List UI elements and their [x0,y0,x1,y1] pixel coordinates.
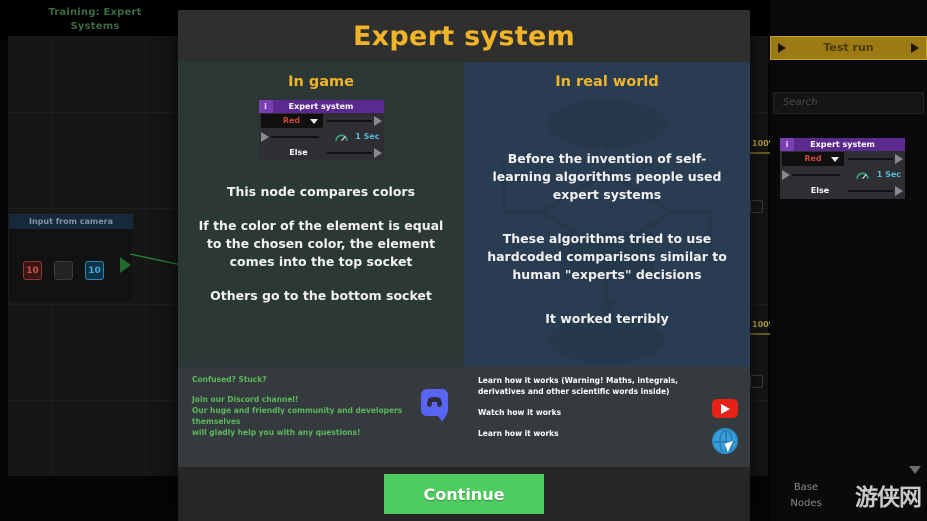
confused-stuck-heading: Confused? Stuck? [192,375,267,384]
color-dropdown[interactable]: Red [782,152,844,166]
learn-links-column: Learn how it works (Warning! Maths, inte… [464,367,750,467]
in-game-paragraph-3: Others go to the bottom socket [210,288,432,303]
discord-line-3: will gladly help you with any questions! [192,428,361,437]
socket-line-mid [270,136,319,138]
continue-button[interactable]: Continue [384,474,544,514]
column-in-real-world: In real world Before the invention of se… [464,62,750,367]
chevron-down-icon [309,119,318,124]
dialog-footer: Continue [178,467,750,521]
test-run-button[interactable]: Test run [770,36,927,60]
play-left-icon [778,43,786,53]
refresh-icon-bottom[interactable] [750,375,763,388]
learn-warning-line-1: Learn how it works (Warning! Maths, inte… [478,376,679,385]
chip-blue[interactable]: 10 [85,261,104,280]
progress-bottom-bar [750,333,772,335]
output-socket-bottom-icon[interactable] [895,186,903,196]
chip-red[interactable]: 10 [23,261,42,280]
column-heading-in-game: In game [288,74,354,90]
column-heading-in-real-world: In real world [555,74,659,90]
dialog-title: Expert system [352,20,576,52]
node-row-else: Else [259,145,384,161]
discord-line-1[interactable]: Join our Discord channel! [192,394,450,405]
learn-how-it-works-link[interactable]: Learn how it works [478,428,736,439]
color-value: Red [804,154,822,163]
expert-system-dialog: Expert system In game i Expert system Re… [178,10,750,521]
test-run-label: Test run [823,41,874,54]
play-right-icon [911,43,919,53]
column-in-game: In game i Expert system Red 1 Sec Else T… [178,62,464,367]
chevron-down-icon [831,157,839,162]
dialog-columns: In game i Expert system Red 1 Sec Else T… [178,62,750,367]
color-value: Red [282,116,301,125]
tab-base-nodes[interactable]: Base Nodes [780,480,832,512]
node-row-timer: 1 Sec [780,167,905,183]
learn-warning-line-2: derivatives and other scientific words i… [478,387,670,396]
demo-node-expert-system: i Expert system Red 1 Sec Else [258,100,384,161]
discord-links-column: Confused? Stuck? Join our Discord channe… [178,367,464,467]
in-game-paragraph-1: This node compares colors [226,184,416,199]
input-socket-icon[interactable] [260,132,269,142]
else-label: Else [810,186,830,195]
watch-how-it-works-link[interactable]: Watch how it works [478,407,736,418]
refresh-icon-top[interactable] [750,200,763,213]
input-socket-icon[interactable] [782,170,790,180]
node-header: i Expert system [258,100,384,113]
timer-value[interactable]: 1 Sec [877,168,901,182]
node-title: Input from camera [9,214,133,229]
info-icon[interactable]: i [258,100,273,113]
timer-gauge-icon [334,134,348,142]
real-world-paragraph-1: Before the invention of self-learning al… [492,151,722,202]
node-row-else: Else [780,183,905,199]
socket-line-bottom [848,190,893,192]
timer-gauge-icon [856,172,869,180]
output-socket-bottom-icon[interactable] [373,148,382,158]
node-header: i Expert system [780,138,905,151]
node-title: Expert system [810,140,875,149]
progress-top-bar [750,152,772,154]
real-world-paragraph-3: It worked terribly [545,311,669,326]
timer-value[interactable]: 1 Sec [355,130,379,144]
socket-line-top [326,120,372,122]
info-icon[interactable]: i [780,138,794,151]
socket-line-top [848,158,893,160]
output-socket-top-icon[interactable] [373,116,382,126]
training-title: Training: Expert Systems [48,7,142,32]
node-row-color: Red [259,113,384,129]
dialog-links-section: Confused? Stuck? Join our Discord channe… [178,367,750,467]
node-title: Expert system [288,102,354,111]
discord-icon[interactable] [421,389,448,422]
discord-line-2: Our huge and friendly community and deve… [192,406,403,426]
dialog-header: Expert system [178,10,750,62]
color-dropdown[interactable]: Red [260,114,323,128]
in-game-paragraph-2: If the color of the element is equal to … [198,218,444,269]
search-placeholder: Search [783,97,818,108]
node-body: 10 10 [9,229,133,303]
search-input[interactable]: Search [773,92,924,114]
output-socket-top-icon[interactable] [895,154,903,164]
globe-icon[interactable] [712,428,738,454]
node-input-from-camera[interactable]: Input from camera 10 10 [8,213,134,303]
chevron-down-icon-panel[interactable] [909,466,921,474]
sidebar-node-expert-system[interactable]: i Expert system Red 1 Sec Else [780,138,905,199]
else-label: Else [289,148,308,157]
right-sidebar: Test run Search i Expert system Red 1 Se… [770,0,927,521]
socket-line-mid [792,174,840,176]
youtube-icon[interactable] [712,399,738,418]
app-root: Training: Expert Systems Input from came… [0,0,927,521]
watermark: 游侠网 [855,485,922,511]
chip-gray[interactable] [54,261,73,280]
node-row-timer: 1 Sec [259,129,384,145]
real-world-paragraph-2: These algorithms tried to use hardcoded … [487,231,727,282]
socket-line-bottom [326,152,372,154]
node-row-color: Red [780,151,905,167]
